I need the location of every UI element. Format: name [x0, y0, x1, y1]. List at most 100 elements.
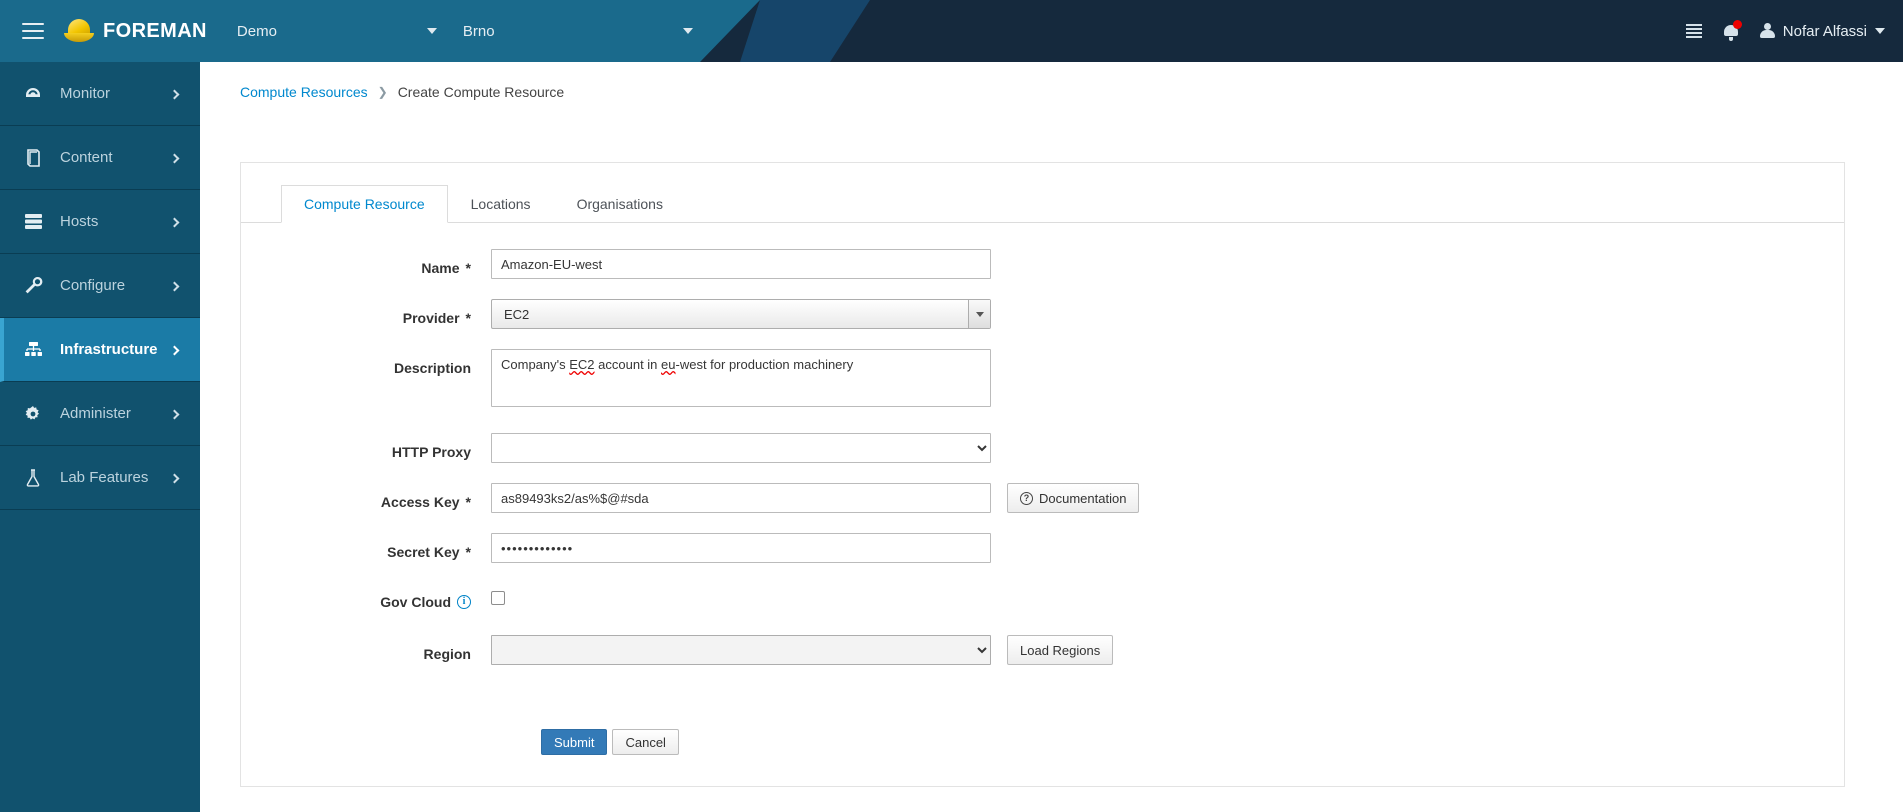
sidebar-item-infrastructure[interactable]: Infrastructure — [0, 318, 200, 382]
hamburger-icon[interactable] — [22, 23, 44, 39]
sidebar-item-label: Content — [60, 149, 113, 166]
required-marker: * — [465, 493, 471, 510]
chevron-right-icon — [169, 85, 180, 102]
wrench-icon — [20, 276, 46, 295]
tasks-list-icon[interactable] — [1685, 24, 1702, 38]
cancel-button[interactable]: Cancel — [612, 729, 679, 755]
provider-label-text: Provider — [402, 309, 460, 326]
sidebar-item-label: Lab Features — [60, 469, 149, 486]
tab-locations[interactable]: Locations — [448, 185, 554, 223]
header-gradient-wedge — [740, 0, 870, 62]
person-icon — [1759, 23, 1775, 39]
http-proxy-label: HTTP Proxy — [241, 433, 491, 463]
tab-bar: Compute Resource Locations Organisations — [241, 185, 1844, 223]
field-row-access-key: Access Key * ? Documentation — [241, 483, 1844, 513]
name-input[interactable] — [491, 249, 991, 279]
field-row-gov-cloud: Gov Cloud i — [241, 583, 1844, 613]
access-key-label: Access Key * — [241, 483, 491, 513]
field-row-http-proxy: HTTP Proxy — [241, 433, 1844, 463]
secret-key-label-text: Secret Key — [387, 543, 460, 560]
description-value: Company's EC2 account in eu-west for pro… — [501, 357, 854, 372]
hardhat-logo-icon[interactable] — [64, 19, 94, 43]
chevron-down-icon — [682, 28, 693, 34]
sidebar-item-lab-features[interactable]: Lab Features — [0, 446, 200, 510]
chevron-right-icon — [169, 405, 180, 422]
sidebar-item-configure[interactable]: Configure — [0, 254, 200, 318]
chevron-right-icon — [169, 277, 180, 294]
secret-key-input[interactable] — [491, 533, 991, 563]
name-label: Name * — [241, 249, 491, 279]
region-label: Region — [241, 635, 491, 665]
notification-badge — [1732, 19, 1742, 29]
chevron-down-icon — [1875, 28, 1885, 34]
http-proxy-select[interactable] — [491, 433, 991, 463]
provider-label: Provider * — [241, 299, 491, 329]
description-label-text: Description — [393, 359, 471, 376]
header-right-group: Nofar Alfassi — [1685, 0, 1885, 62]
brand-title: FOREMAN — [103, 19, 207, 42]
header-left-group: FOREMAN Demo Brno — [0, 0, 693, 62]
gear-icon — [20, 405, 46, 423]
gov-cloud-label-text: Gov Cloud — [380, 593, 451, 610]
sidebar-item-label: Monitor — [60, 85, 111, 102]
org-selector[interactable]: Demo — [237, 0, 437, 62]
field-row-name: Name * — [241, 249, 1844, 279]
org-selector-label: Demo — [236, 22, 277, 40]
bell-icon[interactable] — [1723, 19, 1742, 41]
caret-down-icon[interactable] — [968, 300, 990, 328]
required-marker: * — [465, 259, 471, 276]
chevron-right-icon — [169, 341, 180, 358]
breadcrumb-current: Create Compute Resource — [397, 84, 565, 100]
provider-selected-value: EC2 — [504, 306, 530, 322]
location-selector[interactable]: Brno — [463, 0, 693, 62]
sidebar-item-label: Infrastructure — [60, 341, 158, 358]
flask-icon — [20, 468, 46, 487]
sidebar-item-label: Configure — [60, 277, 126, 294]
book-icon — [20, 148, 46, 167]
load-regions-button[interactable]: Load Regions — [1007, 635, 1114, 665]
access-key-label-text: Access Key — [380, 493, 460, 510]
required-marker: * — [465, 309, 471, 326]
region-select[interactable] — [491, 635, 991, 665]
documentation-button-label: Documentation — [1039, 490, 1127, 506]
user-name-label: Nofar Alfassi — [1782, 22, 1867, 40]
field-row-secret-key: Secret Key * — [241, 533, 1844, 563]
sidebar-item-administer[interactable]: Administer — [0, 382, 200, 446]
info-circle-icon[interactable]: i — [457, 594, 471, 609]
breadcrumb-link-compute-resources[interactable]: Compute Resources — [240, 84, 368, 100]
dashboard-icon — [20, 85, 46, 103]
sidebar-nav: Monitor Content Hosts Configure Infrastr… — [0, 62, 200, 812]
compute-resource-card: Compute Resource Locations Organisations… — [240, 162, 1845, 787]
description-textarea[interactable]: Company's EC2 account in eu-west for pro… — [491, 349, 991, 407]
chevron-right-icon — [169, 149, 180, 166]
question-circle-icon: ? — [1020, 491, 1033, 505]
http-proxy-label-text: HTTP Proxy — [391, 443, 471, 460]
chevron-down-icon — [426, 28, 437, 34]
tab-compute-resource[interactable]: Compute Resource — [281, 185, 448, 223]
gov-cloud-checkbox[interactable] — [491, 591, 505, 605]
name-label-text: Name — [421, 259, 460, 276]
sidebar-item-content[interactable]: Content — [0, 126, 200, 190]
provider-select[interactable]: EC2 — [491, 299, 991, 329]
form-actions: Submit Cancel — [241, 729, 1844, 755]
description-label: Description — [241, 349, 491, 379]
app-header: FOREMAN Demo Brno Nofar Alfassi — [0, 0, 1903, 62]
access-key-input[interactable] — [491, 483, 991, 513]
tab-organisations[interactable]: Organisations — [554, 185, 686, 223]
server-stack-icon — [20, 213, 46, 230]
sidebar-item-hosts[interactable]: Hosts — [0, 190, 200, 254]
secret-key-label: Secret Key * — [241, 533, 491, 563]
region-label-text: Region — [423, 645, 471, 662]
field-row-provider: Provider * EC2 — [241, 299, 1844, 329]
sidebar-item-monitor[interactable]: Monitor — [0, 62, 200, 126]
field-row-description: Description Company's EC2 account in eu-… — [241, 349, 1844, 407]
compute-resource-form: Name * Provider * EC2 — [241, 223, 1844, 755]
field-row-region: Region Load Regions — [241, 635, 1844, 665]
submit-button[interactable]: Submit — [541, 729, 608, 755]
sidebar-item-label: Administer — [60, 405, 131, 422]
documentation-button[interactable]: ? Documentation — [1007, 483, 1140, 513]
sidebar-item-label: Hosts — [60, 213, 99, 230]
chevron-right-icon — [169, 213, 180, 230]
main-content: Compute Resources ❯ Create Compute Resou… — [200, 62, 1903, 812]
user-menu[interactable]: Nofar Alfassi — [1759, 22, 1885, 40]
